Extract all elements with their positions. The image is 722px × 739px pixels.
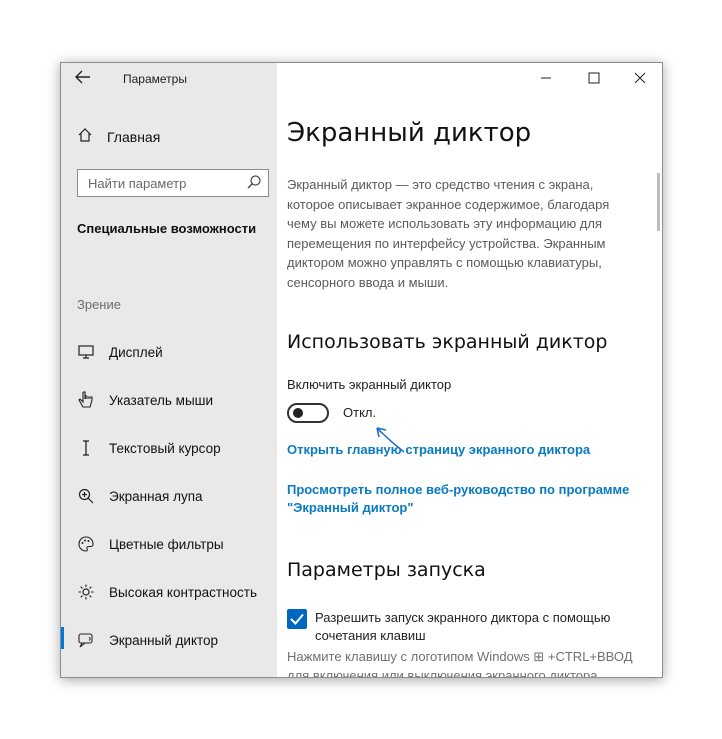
sidebar-item-color-filters[interactable]: Цветные фильтры	[77, 532, 224, 556]
sidebar: Параметры Главная Найти параметр Специал…	[61, 63, 277, 677]
shortcut-checkbox-label: Разрешить запуск экранного диктора с пом…	[315, 610, 611, 643]
startup-heading: Параметры запуска	[287, 559, 486, 581]
sidebar-item-mouse-pointer[interactable]: Указатель мыши	[77, 388, 213, 412]
sun-icon	[77, 583, 95, 601]
close-icon[interactable]	[630, 69, 650, 89]
toggle-knob	[293, 408, 303, 418]
checkmark-icon	[290, 613, 304, 625]
monitor-icon	[77, 343, 95, 361]
shortcut-checkbox[interactable]	[287, 609, 307, 629]
sidebar-item-label: Текстовый курсор	[109, 440, 221, 456]
sidebar-item-narrator[interactable]: Экранный диктор	[77, 628, 218, 652]
active-indicator	[61, 627, 64, 649]
sidebar-item-label: Цветные фильтры	[109, 536, 224, 552]
toggle-state: Откл.	[343, 405, 377, 420]
page-description: Экранный диктор — это средство чтения с …	[287, 177, 610, 290]
window-title: Параметры	[123, 72, 187, 86]
narrator-guide-link[interactable]: Просмотреть полное веб-руководство по пр…	[287, 481, 657, 517]
sidebar-item-label: Дисплей	[109, 344, 163, 360]
maximize-icon[interactable]	[584, 69, 604, 89]
minimize-icon[interactable]	[536, 69, 556, 89]
sidebar-item-label: Экранная лупа	[109, 488, 203, 504]
group-title: Зрение	[77, 297, 121, 312]
toggle-label: Включить экранный диктор	[287, 377, 452, 392]
sidebar-item-text-cursor[interactable]: Текстовый курсор	[77, 436, 221, 460]
main-content: Экранный диктор Экранный диктор — это ср…	[277, 63, 662, 677]
search-placeholder: Найти параметр	[88, 176, 187, 191]
narrator-icon	[77, 631, 95, 649]
sidebar-item-label: Экранный диктор	[109, 632, 219, 648]
shortcut-hint: Нажмите клавишу с логотипом Windows ⊞ +C…	[287, 649, 633, 678]
text-cursor-icon	[77, 439, 95, 457]
sidebar-item-magnifier[interactable]: Экранная лупа	[77, 484, 203, 508]
sidebar-item-display[interactable]: Дисплей	[77, 340, 163, 364]
scrollbar-thumb[interactable]	[657, 173, 660, 231]
sidebar-item-home[interactable]: Главная	[77, 127, 160, 146]
sidebar-item-label: Указатель мыши	[109, 392, 214, 408]
sidebar-item-label: Главная	[107, 128, 161, 145]
page-title: Экранный диктор	[287, 118, 532, 148]
section-title: Специальные возможности	[77, 221, 257, 236]
sidebar-item-high-contrast[interactable]: Высокая контрастность	[77, 580, 257, 604]
search-input[interactable]: Найти параметр	[77, 169, 269, 197]
narrator-toggle[interactable]	[287, 403, 329, 423]
palette-icon	[77, 535, 95, 553]
search-icon[interactable]	[246, 174, 262, 190]
magnifier-icon	[77, 487, 95, 505]
mouse-pointer-icon	[77, 391, 95, 409]
home-icon	[77, 127, 93, 146]
back-arrow-icon[interactable]	[75, 70, 97, 88]
settings-window: Параметры Главная Найти параметр Специал…	[60, 62, 663, 678]
sidebar-item-label: Высокая контрастность	[109, 584, 257, 600]
use-narrator-heading: Использовать экранный диктор	[287, 331, 608, 353]
narrator-home-link[interactable]: Открыть главную страницу экранного дикто…	[287, 441, 590, 459]
